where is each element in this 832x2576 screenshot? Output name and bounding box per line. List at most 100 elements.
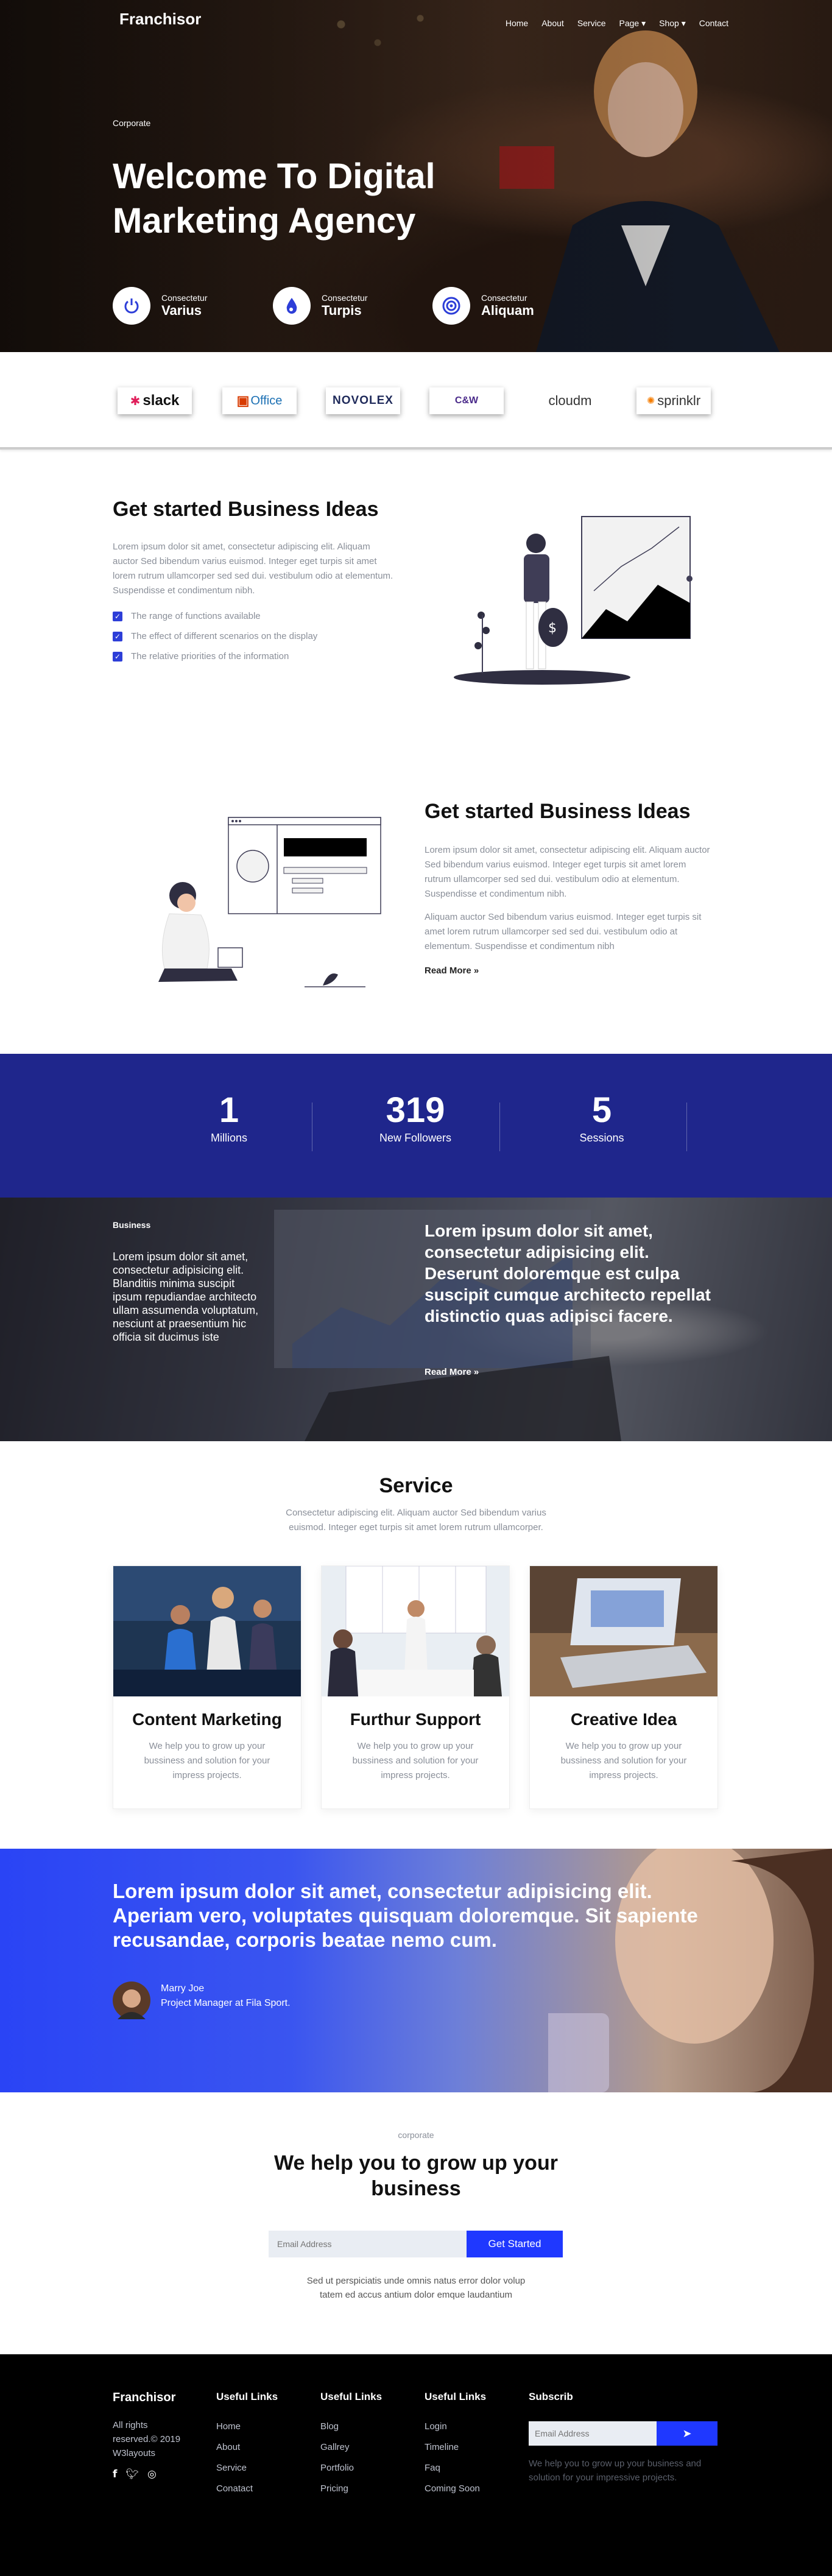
checklist-item: ✓ The effect of different scenarios on th… (113, 631, 317, 641)
card-title: Furthur Support (350, 1710, 481, 1729)
feature-big: Aliquam (481, 303, 534, 318)
service-subtitle: Consectetur adipiscing elit. Aliquam auc… (286, 1508, 546, 1533)
feature-small: Consectetur (322, 293, 368, 303)
testimonial-name: Marry Joe (161, 1983, 205, 1994)
service-card[interactable]: Creative Idea We help you to grow up you… (529, 1565, 718, 1809)
subscribe-text: We help you to grow up your business and… (529, 2458, 702, 2483)
card-text: We help you to grow up your bussiness an… (560, 1741, 687, 1780)
checklist-item: ✓ The relative priorities of the informat… (113, 651, 317, 662)
ideas-text-2a: Lorem ipsum dolor sit amet, consectetur … (425, 845, 710, 899)
cta-title: We help you to grow up your business (274, 2151, 558, 2200)
top-navbar: Franchisor Home About Service Page ▾ Sho… (119, 10, 728, 34)
logo-office: ▣ Office (222, 387, 297, 414)
nav-contact[interactable]: Contact (699, 18, 728, 29)
logo-slack: ✱ slack (118, 387, 192, 414)
instagram-icon[interactable]: ◎ (147, 2468, 157, 2480)
hero-feature: Consectetur Varius (113, 286, 207, 325)
service-card[interactable]: Content Marketing We help you to grow up… (113, 1565, 301, 1809)
business-left-text: Lorem ipsum dolor sit amet, consectetur … (113, 1251, 259, 1343)
read-more-link[interactable]: Read More » (425, 965, 479, 976)
main-menu: Home About Service Page ▾ Shop ▾ Contact (506, 18, 728, 29)
avatar (113, 1981, 150, 2019)
card-title: Creative Idea (570, 1710, 677, 1729)
nav-home[interactable]: Home (506, 18, 528, 29)
feature-small: Consectetur (481, 293, 527, 303)
footer-link-timeline[interactable]: Timeline (425, 2442, 486, 2452)
footer-link-contact[interactable]: Conatact (216, 2483, 278, 2494)
logo-cloudm: cloudm (533, 387, 607, 414)
ideas-text-2b: Aliquam auctor Sed bibendum varius euism… (425, 912, 702, 951)
divider (499, 1103, 500, 1151)
checklist: ✓ The range of functions available ✓ The e… (113, 611, 317, 671)
logo-cw: C&W (429, 387, 504, 414)
power-icon (113, 287, 150, 325)
footer-link-about[interactable]: About (216, 2442, 278, 2452)
subscribe-title: Subscrib (529, 2391, 573, 2402)
feature-big: Turpis (322, 303, 362, 318)
nav-shop-dropdown[interactable]: Shop ▾ (659, 18, 686, 29)
footer-link-home[interactable]: Home (216, 2421, 278, 2432)
check-icon: ✓ (113, 651, 122, 662)
nav-about[interactable]: About (541, 18, 564, 29)
footer-link-pricing[interactable]: Pricing (320, 2483, 382, 2494)
footer-col-title: Useful Links (216, 2391, 278, 2402)
footer-col-title: Useful Links (425, 2391, 487, 2402)
facebook-icon[interactable]: f (113, 2468, 117, 2480)
checklist-item: ✓ The range of functions available (113, 611, 317, 621)
partner-logos: ✱ slack ▣ Office NOVOLEX C&W cloudm ✺ sprin… (0, 352, 832, 450)
business-read-more[interactable]: Read More » (425, 1367, 479, 1377)
ideas-title-2: Get started Business Ideas (425, 800, 691, 823)
footer-link-login[interactable]: Login (425, 2421, 486, 2432)
target-icon (432, 287, 470, 325)
check-icon: ✓ (113, 631, 122, 641)
nav-page-dropdown[interactable]: Page ▾ (619, 18, 646, 29)
hero-feature: Consectetur Turpis (273, 286, 367, 325)
stat-millions: 1 Millions (210, 1090, 247, 1145)
footer-link-coming-soon[interactable]: Coming Soon (425, 2483, 486, 2494)
service-title: Service (379, 1474, 453, 1497)
card-image-laptop (530, 1566, 717, 1696)
nav-service[interactable]: Service (577, 18, 606, 29)
card-image-team (322, 1565, 509, 1696)
footer-link-blog[interactable]: Blog (320, 2421, 382, 2432)
footer-col-1: Useful Links Home About Service Conatact (216, 2391, 278, 2504)
get-started-button[interactable]: Get Started (467, 2231, 563, 2257)
footer-link-service[interactable]: Service (216, 2463, 278, 2473)
footer-link-faq[interactable]: Faq (425, 2463, 486, 2473)
footer-link-gallery[interactable]: Gallrey (320, 2442, 382, 2452)
footer-copyright: All rights reserved.© 2019 W3layouts (113, 2420, 181, 2458)
subscribe-email-input[interactable] (529, 2421, 657, 2446)
growth-illustration: $ (454, 516, 693, 685)
brand-logo[interactable]: Franchisor (119, 10, 201, 29)
ideas-title: Get started Business Ideas (113, 498, 379, 521)
cta-kicker: corporate (398, 2130, 434, 2140)
footer-link-portfolio[interactable]: Portfolio (320, 2463, 382, 2473)
footer-col-3: Useful Links Login Timeline Faq Coming S… (425, 2391, 486, 2504)
send-button[interactable]: ➤ (657, 2421, 717, 2446)
svg-text:$: $ (548, 621, 557, 636)
cta-email-input[interactable] (269, 2231, 467, 2257)
working-illustration (158, 817, 381, 987)
check-icon: ✓ (113, 611, 122, 621)
ideas-text: Lorem ipsum dolor sit amet, consectetur … (113, 542, 393, 596)
service-card[interactable]: Furthur Support We help you to grow up y… (321, 1565, 510, 1809)
testimonial-quote: Lorem ipsum dolor sit amet, consectetur … (113, 1880, 698, 1951)
drop-icon (273, 287, 311, 325)
footer-col-2: Useful Links Blog Gallrey Portfolio Pric… (320, 2391, 382, 2504)
cta-note: Sed ut perspiciatis unde omnis natus err… (306, 2276, 526, 2300)
stats-band: 1 Millions 319 New Followers 5 Sessions (0, 1054, 832, 1198)
hero-title: Welcome To Digital Marketing Agency (113, 157, 435, 241)
footer-subscribe: Subscrib ➤ We help you to grow up your b… (529, 2391, 717, 2485)
feature-small: Consectetur (161, 293, 208, 303)
feature-big: Varius (161, 303, 202, 318)
card-image-meeting (113, 1566, 301, 1696)
card-text: We help you to grow up your bussiness an… (352, 1741, 479, 1780)
stat-followers: 319 New Followers (379, 1090, 452, 1145)
social-links: f 🐦︎ ◎ (113, 2468, 157, 2480)
hero-feature: Consectetur Aliquam (432, 286, 534, 325)
footer-brand[interactable]: Franchisor (113, 2391, 175, 2405)
stat-sessions: 5 Sessions (579, 1090, 624, 1145)
subscribe-form: ➤ (529, 2421, 717, 2446)
twitter-icon[interactable]: 🐦︎ (125, 2468, 139, 2480)
hero-kicker: Corporate (113, 118, 151, 128)
